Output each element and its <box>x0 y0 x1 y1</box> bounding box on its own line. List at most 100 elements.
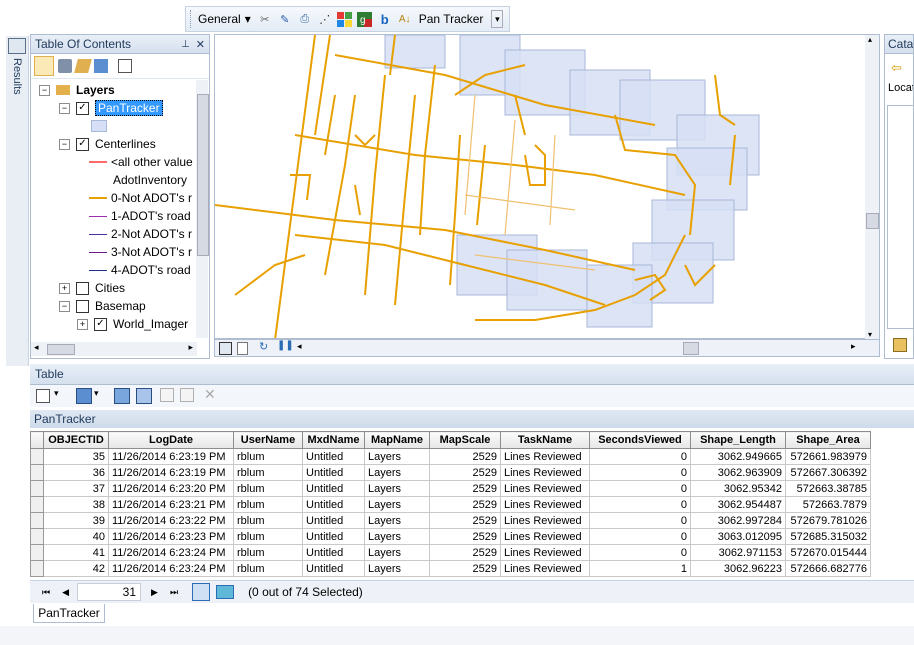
table-cell[interactable]: 572670.015444 <box>785 544 871 561</box>
connect-icon[interactable]: ⋰ <box>317 11 333 27</box>
list-by-drawing-order-icon[interactable] <box>34 56 54 76</box>
visibility-checkbox[interactable] <box>76 299 89 313</box>
column-header[interactable]: SecondsViewed <box>589 431 691 449</box>
table-row[interactable]: 38 11/26/2014 6:23:21 PM rblum Untitled Laye… <box>30 496 871 513</box>
table-cell[interactable]: Layers <box>364 528 430 545</box>
table-cell[interactable]: Layers <box>364 480 430 497</box>
layout-view-icon[interactable] <box>219 342 232 355</box>
table-cell[interactable]: rblum <box>233 448 303 465</box>
table-cell[interactable]: Untitled <box>302 464 365 481</box>
table-cell[interactable]: 41 <box>43 544 109 561</box>
table-cell[interactable]: 11/26/2014 6:23:20 PM <box>108 480 234 497</box>
table-cell[interactable]: 572663.38785 <box>785 480 871 497</box>
table-cell[interactable]: Untitled <box>302 512 365 529</box>
attribute-table[interactable]: OBJECTID LogDate UserName MxdName MapNam… <box>30 431 914 577</box>
puzzle-icon[interactable] <box>337 11 353 27</box>
table-tab-pantracker[interactable]: PanTracker <box>33 604 105 623</box>
row-selector[interactable] <box>30 448 44 465</box>
list-by-visibility-icon[interactable] <box>74 59 92 73</box>
table-cell[interactable]: 2529 <box>429 496 501 513</box>
table-cell[interactable]: 3062.96223 <box>690 560 786 577</box>
table-cell[interactable]: 3062.997284 <box>690 512 786 529</box>
switch-selection-icon[interactable] <box>136 388 152 404</box>
scroll-down-icon[interactable]: ▾ <box>868 330 872 339</box>
row-selector[interactable] <box>30 480 44 497</box>
scroll-right-icon[interactable]: ▸ <box>851 341 856 352</box>
toc-item-pantracker[interactable]: − ✓ PanTracker <box>59 99 163 117</box>
scroll-left-icon[interactable]: ◂ <box>297 341 302 352</box>
column-header[interactable]: TaskName <box>500 431 590 449</box>
toolbar-grip[interactable] <box>190 10 193 28</box>
next-record-icon[interactable]: ▶ <box>151 587 158 598</box>
expand-icon[interactable]: + <box>59 282 70 294</box>
dropdown-arrow-icon[interactable]: ▾ <box>245 12 251 26</box>
table-cell[interactable]: 42 <box>43 560 109 577</box>
column-header[interactable]: Shape_Length <box>690 431 786 449</box>
toolbar-overflow-icon[interactable]: ▾ <box>491 10 504 28</box>
clear-selection-icon[interactable] <box>160 388 174 402</box>
toc-vertical-scrollbar[interactable] <box>196 80 209 338</box>
table-cell[interactable]: 3063.012095 <box>690 528 786 545</box>
scroll-left-icon[interactable]: ◂ <box>34 342 39 353</box>
toc-item-basemap[interactable]: − Basemap <box>59 297 146 315</box>
toc-item-centerlines[interactable]: − ✓ Centerlines <box>59 135 156 153</box>
data-view-icon[interactable] <box>237 342 248 355</box>
table-cell[interactable]: 572679.781026 <box>785 512 871 529</box>
table-cell[interactable]: 3062.963909 <box>690 464 786 481</box>
table-cell[interactable]: Untitled <box>302 528 365 545</box>
table-row[interactable]: 42 11/26/2014 6:23:24 PM rblum Untitled Laye… <box>30 560 871 577</box>
collapse-icon[interactable]: − <box>59 138 70 150</box>
table-cell[interactable]: rblum <box>233 528 303 545</box>
row-selector[interactable] <box>30 464 44 481</box>
table-cell[interactable]: 572663.7879 <box>785 496 871 513</box>
row-selector[interactable] <box>30 560 44 577</box>
column-header[interactable]: LogDate <box>108 431 234 449</box>
pause-drawing-icon[interactable]: ❚❚ <box>277 340 294 351</box>
table-cell[interactable]: 2529 <box>429 512 501 529</box>
table-cell[interactable]: Untitled <box>302 496 365 513</box>
table-options-dropdown-icon[interactable]: ▾ <box>54 388 59 399</box>
table-cell[interactable]: 3062.971153 <box>690 544 786 561</box>
table-cell[interactable]: 0 <box>589 512 691 529</box>
scissors-icon[interactable]: ✂ <box>257 11 273 27</box>
table-cell[interactable]: 2529 <box>429 448 501 465</box>
table-cell[interactable]: Lines Reviewed <box>500 544 590 561</box>
scroll-up-icon[interactable]: ▴ <box>868 35 872 44</box>
show-all-records-icon[interactable] <box>192 583 211 601</box>
table-row[interactable]: 39 11/26/2014 6:23:22 PM rblum Untitled Laye… <box>30 512 871 529</box>
table-row[interactable]: 41 11/26/2014 6:23:24 PM rblum Untitled Laye… <box>30 544 871 561</box>
visibility-checkbox[interactable] <box>76 281 89 295</box>
zoom-to-selected-icon[interactable] <box>180 388 194 402</box>
related-tables-dropdown-icon[interactable]: ▾ <box>94 388 99 399</box>
row-selector[interactable] <box>30 528 44 545</box>
table-cell[interactable]: 1 <box>589 560 691 577</box>
column-header[interactable]: MxdName <box>302 431 365 449</box>
table-cell[interactable]: Lines Reviewed <box>500 464 590 481</box>
table-cell[interactable]: Layers <box>364 512 430 529</box>
row-selector[interactable] <box>30 544 44 561</box>
table-cell[interactable]: Lines Reviewed <box>500 512 590 529</box>
table-cell[interactable]: 572661.983979 <box>785 448 871 465</box>
current-record-field[interactable]: 31 <box>77 583 142 601</box>
related-tables-icon[interactable] <box>76 388 92 404</box>
table-cell[interactable]: 0 <box>589 496 691 513</box>
table-cell[interactable]: 572666.682776 <box>785 560 871 577</box>
table-cell[interactable]: 37 <box>43 480 109 497</box>
toc-item-cities[interactable]: + Cities <box>59 279 125 297</box>
table-options-icon[interactable] <box>36 389 50 403</box>
google-icon[interactable]: g <box>357 11 373 27</box>
table-cell[interactable]: 11/26/2014 6:23:22 PM <box>108 512 234 529</box>
delete-selected-icon[interactable]: ✕ <box>204 386 216 403</box>
table-cell[interactable]: 3062.954487 <box>690 496 786 513</box>
list-by-source-icon[interactable] <box>58 59 72 73</box>
column-header[interactable]: Shape_Area <box>785 431 871 449</box>
pan-tracker-button[interactable]: Pan Tracker <box>419 12 484 26</box>
table-cell[interactable]: 3062.949665 <box>690 448 786 465</box>
table-cell[interactable]: 11/26/2014 6:23:19 PM <box>108 464 234 481</box>
table-cell[interactable]: 0 <box>589 464 691 481</box>
toc-item-layers[interactable]: − Layers <box>39 81 115 99</box>
row-selector[interactable] <box>30 512 44 529</box>
table-row[interactable]: 40 11/26/2014 6:23:23 PM rblum Untitled Laye… <box>30 528 871 545</box>
table-cell[interactable]: 11/26/2014 6:23:23 PM <box>108 528 234 545</box>
table-cell[interactable]: 2529 <box>429 480 501 497</box>
